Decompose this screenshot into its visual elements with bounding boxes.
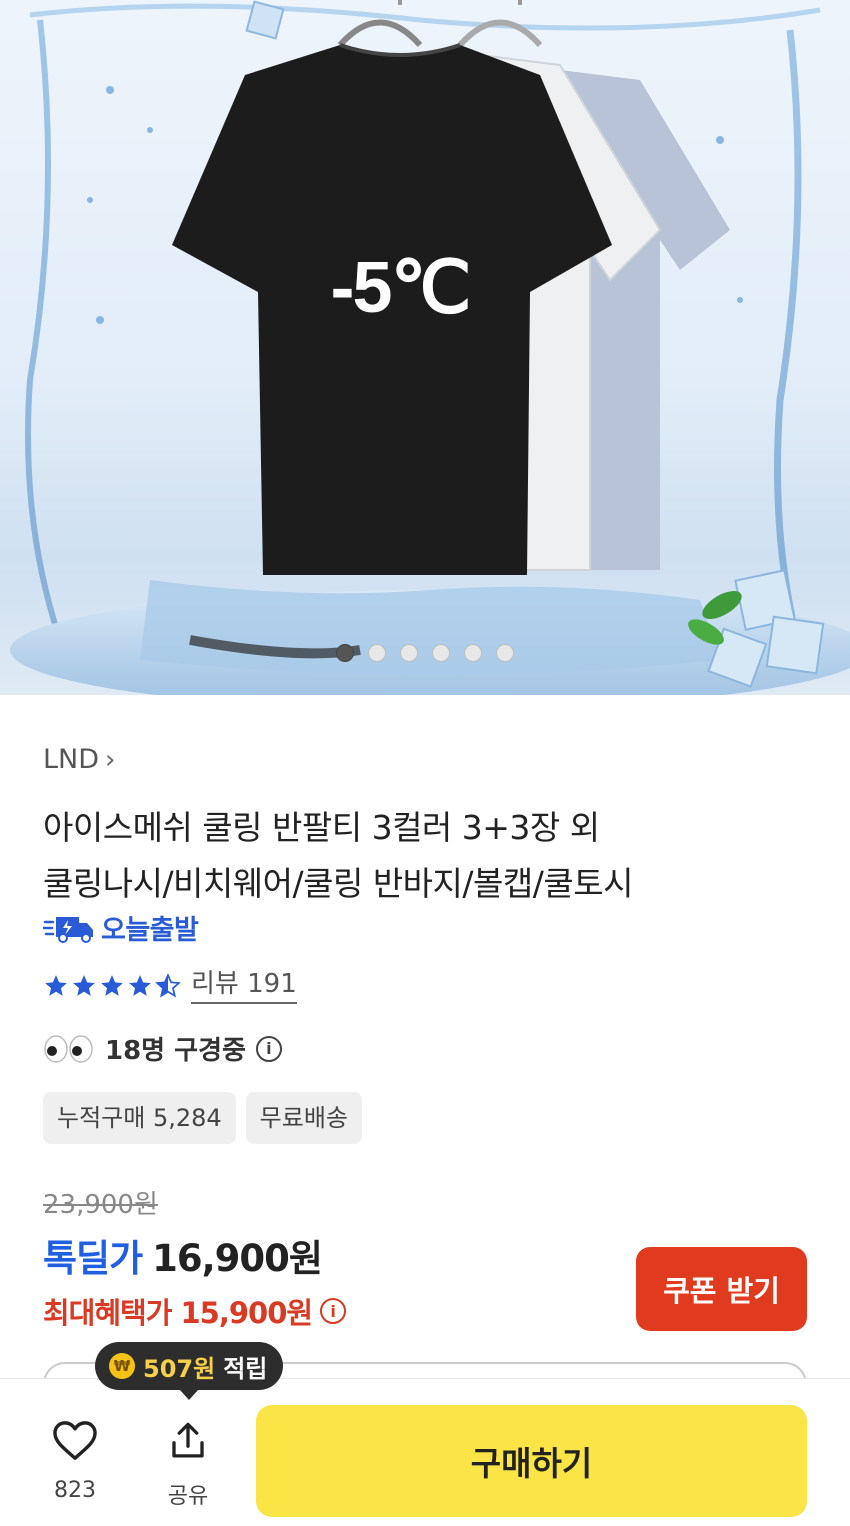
carousel-dot[interactable] [336, 644, 354, 662]
rating-row: 리뷰 191 [43, 968, 297, 1004]
carousel-dot[interactable] [400, 644, 418, 662]
deal-price: 톡딜가 16,900원 [43, 1228, 323, 1282]
deal-price-value: 16,900원 [152, 1237, 323, 1280]
max-benefit-price: 최대혜택가 15,900원 i [43, 1290, 347, 1332]
viewing-count: 18명 구경중 i [43, 1030, 282, 1067]
max-benefit-label: 최대혜택가 15,900원 [43, 1296, 313, 1330]
star-half-icon [155, 973, 181, 998]
star-filled-icon [129, 975, 151, 996]
favorite-button[interactable]: 823 [40, 1420, 110, 1503]
product-photo [10, 0, 850, 695]
chip-cumulative-purchases: 누적구매 5,284 [43, 1092, 236, 1144]
shirt-print-text: -5℃ [330, 248, 472, 328]
rating-stars [43, 973, 181, 999]
share-label: 공유 [167, 1484, 209, 1509]
points-tooltip: ₩ 507원 적립 [95, 1342, 284, 1400]
product-title: 아이스메쉬 쿨링 반팔티 3컬러 3+3장 외 쿨링나시/비치웨어/쿨링 반바지… [43, 800, 823, 912]
carousel-dot[interactable] [432, 644, 450, 662]
share-icon [172, 1422, 204, 1458]
buy-button[interactable]: 구매하기 [256, 1405, 807, 1517]
star-filled-icon [101, 975, 123, 996]
carousel-indicator [0, 644, 850, 662]
favorite-count: 823 [54, 1478, 96, 1503]
coin-icon: ₩ [109, 1353, 135, 1379]
brand-link[interactable]: LND › [43, 744, 115, 775]
delivery-truck-icon [43, 916, 93, 943]
carousel-dot[interactable] [496, 644, 514, 662]
carousel-dot[interactable] [368, 644, 386, 662]
eyes-icon [44, 1034, 93, 1063]
info-icon[interactable]: i [255, 1035, 282, 1062]
info-icon[interactable]: i [320, 1298, 347, 1324]
brand-name: LND [43, 744, 100, 775]
original-price: 23,900원 [43, 1190, 158, 1220]
delivery-badge-label: 오늘출발 [101, 915, 199, 946]
star-filled-icon [73, 975, 95, 996]
share-button[interactable]: 공유 [153, 1420, 223, 1510]
product-image-carousel[interactable]: -5℃ [0, 0, 850, 695]
carousel-dot[interactable] [464, 644, 482, 662]
viewing-label: 18명 구경중 [105, 1036, 246, 1066]
deal-price-label: 톡딜가 [43, 1237, 143, 1280]
get-coupon-button[interactable]: 쿠폰 받기 [636, 1247, 807, 1331]
star-filled-icon [45, 975, 67, 996]
chip-free-shipping: 무료배송 [245, 1092, 362, 1144]
review-link[interactable]: 리뷰 191 [191, 968, 297, 1004]
delivery-badge: 오늘출발 [43, 908, 199, 947]
points-label: 적립 [223, 1354, 268, 1383]
product-title-line: 아이스메쉬 쿨링 반팔티 3컬러 3+3장 외 [43, 808, 600, 847]
points-amount: 507원 [143, 1354, 216, 1383]
chevron-right-icon: › [105, 744, 116, 775]
product-title-line: 쿨링나시/비치웨어/쿨링 반바지/볼캡/쿨토시 [43, 864, 633, 903]
heart-icon [53, 1421, 97, 1460]
product-chips: 누적구매 5,284 무료배송 [43, 1092, 362, 1144]
